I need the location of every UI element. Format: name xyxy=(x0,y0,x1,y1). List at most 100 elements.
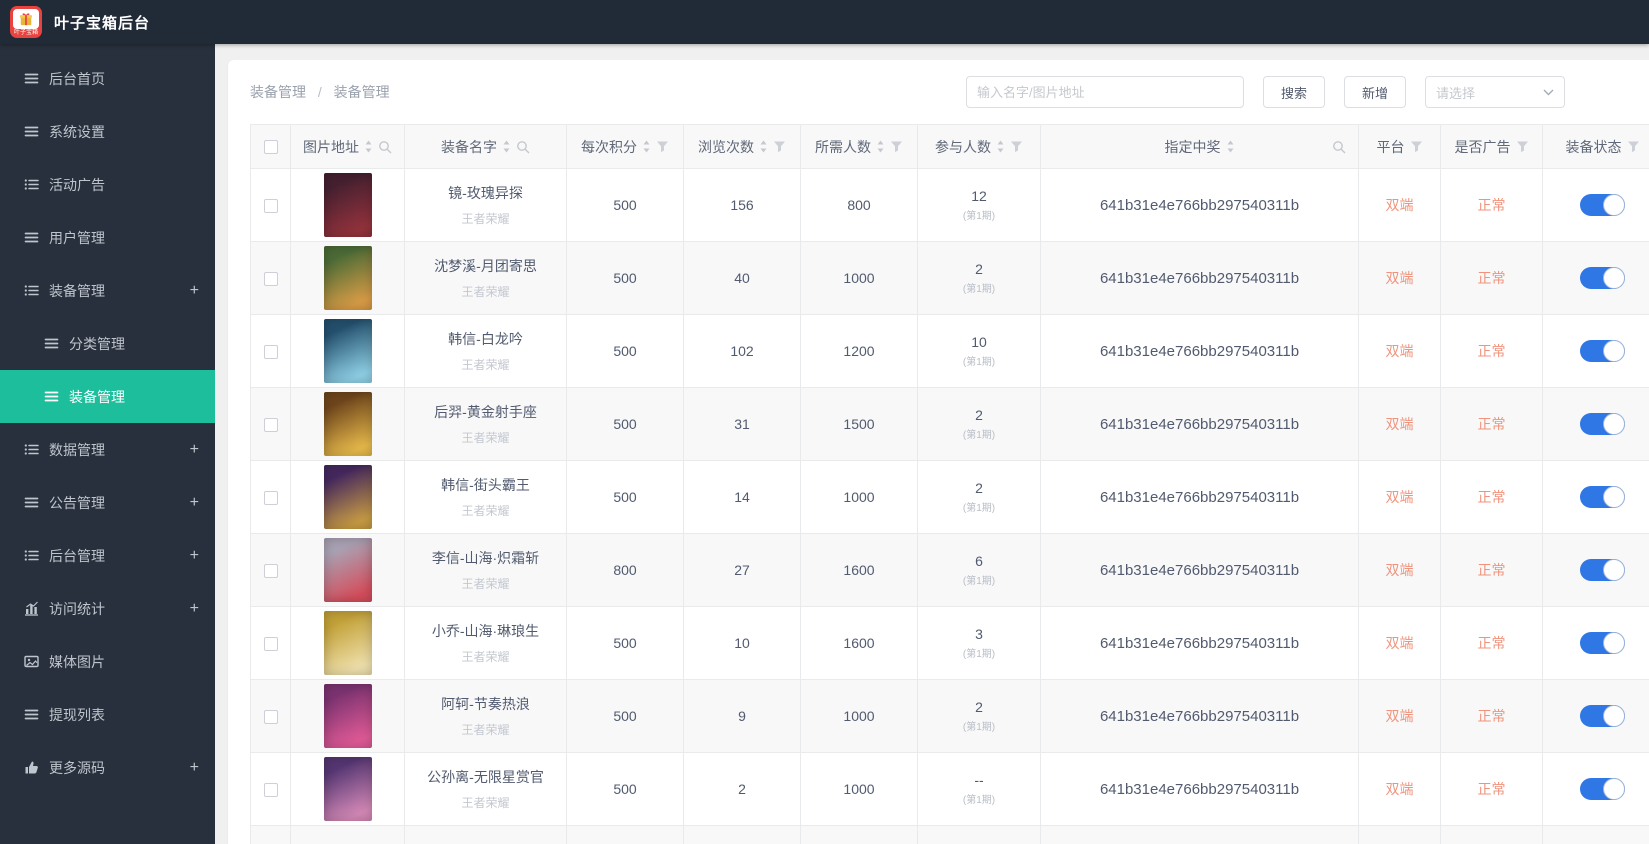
column-label: 所需人数 xyxy=(815,138,871,155)
filter-icon[interactable] xyxy=(1516,140,1529,153)
sidebar-item-system-settings[interactable]: 系统设置 xyxy=(0,105,215,158)
sort-icon[interactable] xyxy=(642,139,651,154)
cell-required: 1600 xyxy=(800,606,918,680)
cell-ad: 正常 xyxy=(1440,533,1543,607)
status-toggle[interactable] xyxy=(1580,705,1625,727)
sidebar-item-data-management[interactable]: 数据管理 + xyxy=(0,423,215,476)
column-header-ad[interactable]: 是否广告 xyxy=(1440,124,1543,169)
status-toggle[interactable] xyxy=(1580,632,1625,654)
column-header-platform[interactable]: 平台 xyxy=(1358,124,1441,169)
sidebar-item-more-source[interactable]: 更多源码 + xyxy=(0,741,215,794)
sidebar-item-media-images[interactable]: 媒体图片 xyxy=(0,635,215,688)
filter-icon[interactable] xyxy=(890,140,903,153)
sidebar-item-withdraw-list[interactable]: 提现列表 xyxy=(0,688,215,741)
status-toggle[interactable] xyxy=(1580,413,1625,435)
status-toggle[interactable] xyxy=(1580,340,1625,362)
sidebar-item-category-management[interactable]: 分类管理 xyxy=(0,317,215,370)
sidebar-item-label: 后台管理 xyxy=(49,547,105,564)
item-image[interactable] xyxy=(323,392,372,456)
plus-icon[interactable]: + xyxy=(188,441,201,459)
select-all-checkbox[interactable] xyxy=(263,139,278,154)
item-image[interactable] xyxy=(323,319,372,383)
prize-id: 641b31e4e766bb297540311b xyxy=(1099,196,1300,214)
breadcrumb-section[interactable]: 装备管理 xyxy=(250,84,306,100)
item-image[interactable] xyxy=(323,465,372,529)
item-image[interactable] xyxy=(323,757,372,821)
app-logo[interactable]: 叶子宝箱 xyxy=(10,6,42,38)
row-checkbox[interactable] xyxy=(263,199,278,214)
table-row: 阿轲-节奏热浪 王者荣耀 500 9 1000 2 (第1期) 641b31e4e766bb2… xyxy=(250,679,1649,753)
search-icon[interactable] xyxy=(378,140,392,154)
views-value: 27 xyxy=(734,562,750,578)
column-header-name[interactable]: 装备名字 xyxy=(404,124,567,169)
platform-tag: 双端 xyxy=(1385,197,1414,213)
column-header-views[interactable]: 浏览次数 xyxy=(683,124,801,169)
item-image[interactable] xyxy=(323,173,372,237)
cell-select xyxy=(250,606,291,680)
sidebar-item-user-management[interactable]: 用户管理 xyxy=(0,211,215,264)
platform-tag: 双端 xyxy=(1385,781,1414,797)
item-name: 李信-山海·炽霜斩 xyxy=(431,550,540,566)
row-checkbox[interactable] xyxy=(263,564,278,579)
joined-count: 10 xyxy=(971,334,987,350)
filter-icon[interactable] xyxy=(1627,140,1640,153)
filter-icon[interactable] xyxy=(1410,140,1423,153)
category-select[interactable]: 请选择 xyxy=(1425,76,1565,108)
row-checkbox[interactable] xyxy=(263,272,278,287)
sort-icon[interactable] xyxy=(364,139,373,154)
sidebar-item-equipment-management-sub[interactable]: 装备管理 xyxy=(0,370,215,423)
row-checkbox[interactable] xyxy=(263,783,278,798)
sidebar-item-announcement-management[interactable]: 公告管理 + xyxy=(0,476,215,529)
cell-status xyxy=(1542,533,1649,607)
plus-icon[interactable]: + xyxy=(188,547,201,565)
column-header-status[interactable]: 装备状态 xyxy=(1542,124,1649,169)
sidebar-item-label: 装备管理 xyxy=(69,388,125,405)
cell-ad: 正常 xyxy=(1440,460,1543,534)
status-toggle[interactable] xyxy=(1580,778,1625,800)
sidebar-item-admin-management[interactable]: 后台管理 + xyxy=(0,529,215,582)
cell-image xyxy=(290,387,405,461)
search-button[interactable]: 搜索 xyxy=(1262,76,1325,108)
plus-icon[interactable]: + xyxy=(188,282,201,300)
status-toggle[interactable] xyxy=(1580,559,1625,581)
item-image[interactable] xyxy=(323,538,372,602)
column-header-prize[interactable]: 指定中奖 xyxy=(1040,124,1359,169)
sort-icon[interactable] xyxy=(502,139,511,154)
column-header-points[interactable]: 每次积分 xyxy=(566,124,684,169)
plus-icon[interactable]: + xyxy=(188,494,201,512)
status-toggle[interactable] xyxy=(1580,194,1625,216)
item-image[interactable] xyxy=(323,684,372,748)
row-checkbox[interactable] xyxy=(263,491,278,506)
filter-icon[interactable] xyxy=(1010,140,1023,153)
plus-icon[interactable]: + xyxy=(188,600,201,618)
sort-icon[interactable] xyxy=(1226,139,1235,154)
plus-icon[interactable]: + xyxy=(188,759,201,777)
row-checkbox[interactable] xyxy=(263,418,278,433)
column-header-required[interactable]: 所需人数 xyxy=(800,124,918,169)
status-toggle[interactable] xyxy=(1580,267,1625,289)
column-header-joined[interactable]: 参与人数 xyxy=(917,124,1041,169)
sidebar-item-activity-ads[interactable]: 活动广告 xyxy=(0,158,215,211)
search-input[interactable] xyxy=(965,76,1244,108)
table: 图片地址 装备名字 每次积分 浏览次数 所需人数 参与人数 指定中奖 平台 是否广告 装备状态 镜-… xyxy=(250,124,1649,844)
sort-icon[interactable] xyxy=(759,139,768,154)
sidebar-item-equipment-management[interactable]: 装备管理 + xyxy=(0,264,215,317)
search-icon[interactable] xyxy=(516,140,530,154)
column-header-image[interactable]: 图片地址 xyxy=(290,124,405,169)
filter-icon[interactable] xyxy=(773,140,786,153)
status-toggle[interactable] xyxy=(1580,486,1625,508)
add-button[interactable]: 新增 xyxy=(1343,76,1406,108)
cell-empty xyxy=(404,825,567,844)
cell-name: 李信-山海·炽霜斩 王者荣耀 xyxy=(404,533,567,607)
item-image[interactable] xyxy=(323,611,372,675)
sidebar-item-visit-stats[interactable]: 访问统计 + xyxy=(0,582,215,635)
item-image[interactable] xyxy=(323,246,372,310)
filter-icon[interactable] xyxy=(656,140,669,153)
sort-icon[interactable] xyxy=(876,139,885,154)
sort-icon[interactable] xyxy=(996,139,1005,154)
search-icon[interactable] xyxy=(1332,140,1346,154)
sidebar-item-home[interactable]: 后台首页 xyxy=(0,52,215,105)
row-checkbox[interactable] xyxy=(263,710,278,725)
row-checkbox[interactable] xyxy=(263,345,278,360)
row-checkbox[interactable] xyxy=(263,637,278,652)
